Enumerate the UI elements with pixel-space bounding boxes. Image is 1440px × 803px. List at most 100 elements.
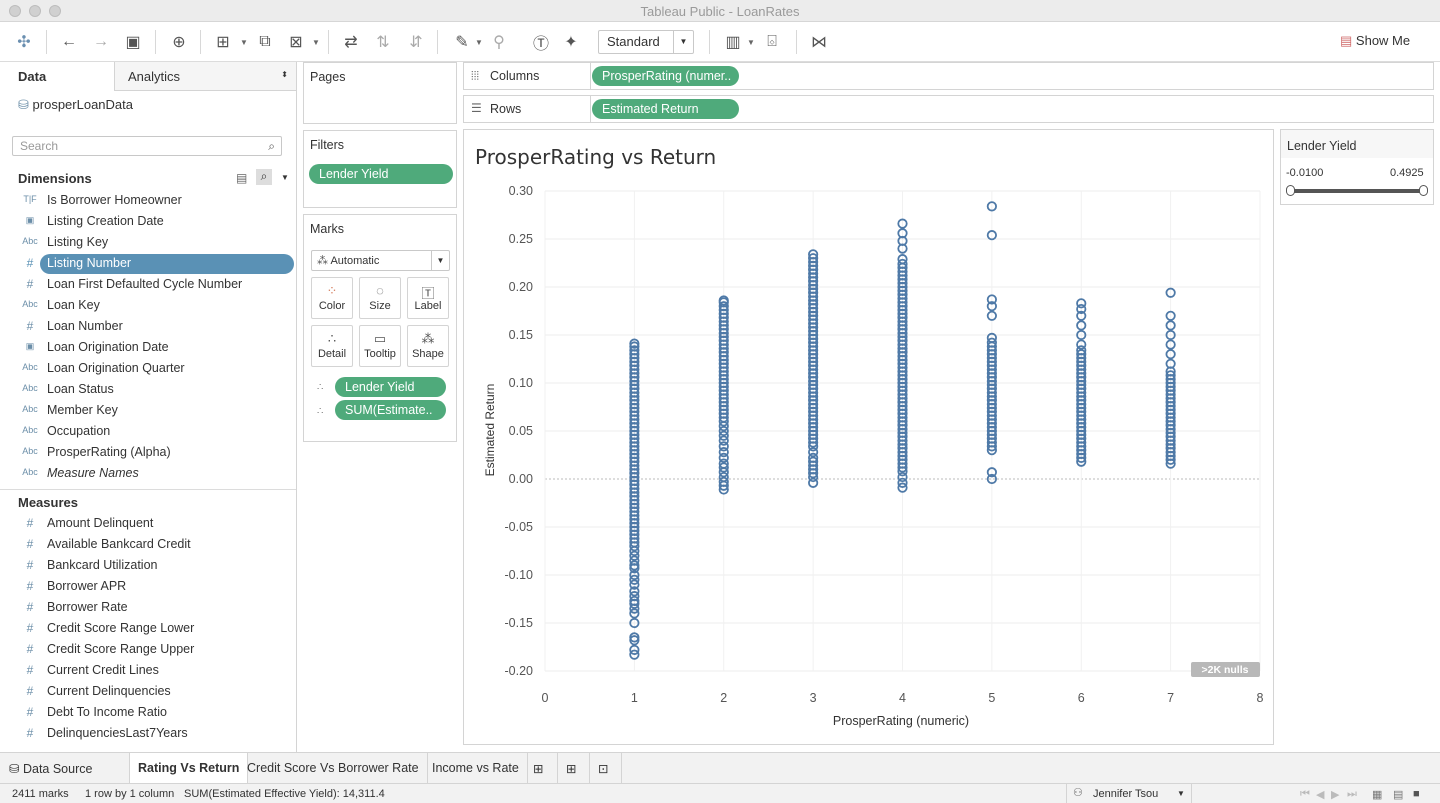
duplicate-sheet-icon[interactable]: ⧉ [253, 30, 277, 54]
highlight-icon[interactable]: ✎ [450, 30, 474, 54]
swap-rows-columns-icon[interactable]: ⇄ [339, 30, 363, 54]
chevron-down-icon: ▼ [673, 31, 693, 53]
field-loan-key[interactable]: Abc Loan Key [0, 296, 296, 316]
field-occupation[interactable]: Abc Occupation [0, 422, 296, 442]
new-worksheet-icon[interactable]: ⊞ [211, 30, 235, 54]
field-credit-score-range-upper[interactable]: # Credit Score Range Upper [0, 640, 296, 660]
tabs-view-icon[interactable]: ■ [1413, 788, 1420, 800]
y-tick-label: -0.10 [505, 568, 534, 582]
field-listing-number[interactable]: # Listing Number [0, 254, 296, 274]
tab-credit-score-vs-borrower-rate[interactable]: Credit Score Vs Borrower Rate [239, 753, 428, 784]
rows-shelf[interactable]: ☰ Rows Estimated Return [463, 95, 1434, 123]
sort-ascending-icon[interactable]: ⇅ [371, 30, 395, 54]
field-debt-to-income-ratio[interactable]: # Debt To Income Ratio [0, 703, 296, 723]
field-amount-delinquent[interactable]: # Amount Delinquent [0, 514, 296, 534]
new-story-icon[interactable]: ⊡ [590, 753, 622, 784]
mark-type-select[interactable]: ⁂ Automatic ▼ [311, 250, 450, 271]
field-loan-status[interactable]: Abc Loan Status [0, 380, 296, 400]
chevron-down-icon[interactable]: ▼ [475, 38, 483, 47]
tab-income-vs-rate[interactable]: Income vs Rate [424, 753, 528, 784]
chevron-down-icon[interactable]: ▼ [240, 38, 248, 47]
view-list-icon[interactable]: ▤ [236, 171, 247, 185]
tab-data[interactable]: Data [0, 62, 114, 91]
show-mark-labels-icon[interactable]: Ⓣ [529, 30, 553, 54]
new-dashboard-icon[interactable]: ⊞ [558, 753, 590, 784]
redo-icon[interactable]: → [89, 30, 113, 54]
search-input[interactable]: Search ⌕ [12, 136, 282, 156]
shape-button[interactable]: ⁂ Shape [407, 325, 449, 367]
field-loan-first-defaulted-cycle-number[interactable]: # Loan First Defaulted Cycle Number [0, 275, 296, 295]
number-type-icon: # [26, 663, 34, 677]
field-is-borrower-homeowner[interactable]: T|F Is Borrower Homeowner [0, 191, 296, 211]
columns-shelf[interactable]: ⦙⦙⦙ Columns ProsperRating (numer.. [463, 62, 1434, 90]
save-icon[interactable]: ▣ [121, 30, 145, 54]
prev-sheet-icon[interactable]: ◀ [1316, 788, 1324, 801]
show-me-button[interactable]: ▤ Show Me [1340, 33, 1410, 49]
label-button[interactable]: 🅃 Label [407, 277, 449, 319]
tab-analytics[interactable]: Analytics ⬍ [114, 62, 296, 91]
show-cards-icon[interactable]: ▥ [721, 30, 745, 54]
field-available-bankcard-credit[interactable]: # Available Bankcard Credit [0, 535, 296, 555]
field-measure-names[interactable]: Abc Measure Names [0, 464, 296, 484]
field-label: Loan Origination Quarter [47, 361, 185, 375]
last-sheet-icon[interactable]: ⏭ [1347, 788, 1357, 801]
null-badge[interactable]: >2K nulls [1202, 664, 1249, 676]
field-listing-key[interactable]: Abc Listing Key [0, 233, 296, 253]
range-slider-max-handle[interactable] [1419, 185, 1428, 196]
field-loan-origination-date[interactable]: ▣ Loan Origination Date [0, 338, 296, 358]
scatter-plot[interactable]: 0.30 0.25 0.20 0.15 0.10 0.05 0.00 -0.05 -0.10 -0… [464, 130, 1273, 744]
field-delinquencieslast7years[interactable]: # DelinquenciesLast7Years [0, 724, 296, 744]
marks-pill-sum-estimated[interactable]: SUM(Estimate.. [335, 400, 446, 420]
number-type-icon: # [26, 621, 34, 635]
field-listing-creation-date[interactable]: ▣ Listing Creation Date [0, 212, 296, 232]
field-borrower-rate[interactable]: # Borrower Rate [0, 598, 296, 618]
field-borrower-apr[interactable]: # Borrower APR [0, 577, 296, 597]
viz-area[interactable]: ProsperRating vs Return 0.30 0.25 0.20 0.15… [463, 129, 1274, 745]
new-data-source-icon[interactable]: ⊕ [167, 30, 191, 54]
undo-icon[interactable]: ← [57, 30, 81, 54]
field-loan-origination-quarter[interactable]: Abc Loan Origination Quarter [0, 359, 296, 379]
first-sheet-icon[interactable]: ⏮ [1300, 788, 1310, 801]
presentation-mode-icon[interactable]: ⌺ [760, 30, 784, 54]
tooltip-button[interactable]: ▭ Tooltip [359, 325, 401, 367]
tableau-logo-icon[interactable]: ✣ [12, 30, 36, 54]
pages-shelf[interactable]: Pages [303, 62, 457, 124]
next-sheet-icon[interactable]: ▶ [1331, 788, 1339, 801]
columns-pill-prosperrating[interactable]: ProsperRating (numer.. [592, 66, 739, 86]
datasource-item[interactable]: ⛁ prosperLoanData [18, 97, 133, 113]
field-prosperrating-alpha[interactable]: Abc ProsperRating (Alpha) [0, 443, 296, 463]
field-member-key[interactable]: Abc Member Key [0, 401, 296, 421]
filmstrip-view-icon[interactable]: ▤ [1393, 788, 1403, 801]
chevron-down-icon[interactable]: ▼ [747, 38, 755, 47]
field-loan-number[interactable]: # Loan Number [0, 317, 296, 337]
field-current-credit-lines[interactable]: # Current Credit Lines [0, 661, 296, 681]
field-label: Current Credit Lines [47, 663, 159, 677]
field-credit-score-range-lower[interactable]: # Credit Score Range Lower [0, 619, 296, 639]
detail-button[interactable]: ∴ Detail [311, 325, 353, 367]
find-field-icon[interactable]: ⌕ [256, 169, 272, 185]
group-members-icon[interactable]: ⚲ [487, 30, 511, 54]
share-icon[interactable]: ⋈ [807, 30, 831, 54]
sort-descending-icon[interactable]: ⇵ [404, 30, 428, 54]
grid-view-icon[interactable]: ▦ [1372, 788, 1382, 801]
fit-mode-select[interactable]: Standard ▼ [598, 30, 694, 54]
new-worksheet-icon[interactable]: ⊞ [525, 753, 558, 784]
fix-axes-icon[interactable]: ✦ [559, 30, 583, 54]
clear-sheet-icon[interactable]: ⊠ [284, 30, 308, 54]
y-tick-label: -0.20 [505, 664, 534, 678]
field-bankcard-utilization[interactable]: # Bankcard Utilization [0, 556, 296, 576]
field-current-delinquencies[interactable]: # Current Delinquencies [0, 682, 296, 702]
range-slider-track[interactable] [1290, 189, 1424, 193]
marks-pill-lender-yield[interactable]: Lender Yield [335, 377, 446, 397]
color-button[interactable]: ⁘ Color [311, 277, 353, 319]
chevron-down-icon[interactable]: ▼ [281, 173, 289, 182]
tab-rating-vs-return[interactable]: Rating Vs Return [130, 753, 249, 784]
filters-shelf[interactable]: Filters Lender Yield [303, 130, 457, 208]
chevron-down-icon[interactable]: ▼ [312, 38, 320, 47]
size-button[interactable]: ◌ Size [359, 277, 401, 319]
user-menu[interactable]: ⚇ Jennifer Tsou ▼ [1066, 784, 1192, 803]
filter-pill-lender-yield[interactable]: Lender Yield [309, 164, 453, 184]
tab-data-source[interactable]: ⛁ Data Source [0, 753, 130, 784]
rows-pill-estimated-return[interactable]: Estimated Return [592, 99, 739, 119]
range-slider-min-handle[interactable] [1286, 185, 1295, 196]
